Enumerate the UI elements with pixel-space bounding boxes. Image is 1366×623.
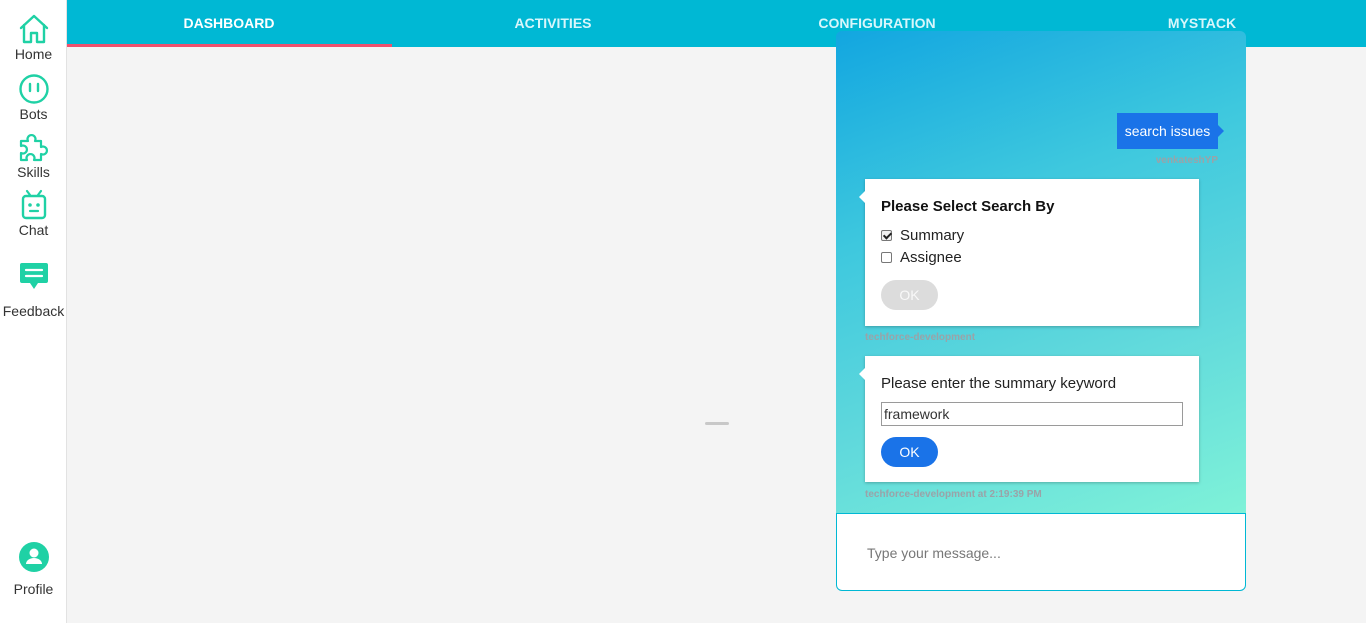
sidebar-item-label: Profile bbox=[13, 581, 54, 597]
keyword-prompt: Please enter the summary keyword bbox=[881, 375, 1117, 392]
chat-panel: search issues venkateshYP Please Select … bbox=[836, 31, 1246, 515]
tab-label: ACTIVITIES bbox=[514, 15, 592, 31]
sidebar-item-label: Feedback bbox=[2, 303, 65, 319]
summary-label: Summary bbox=[900, 227, 965, 244]
tab-label: MYSTACK bbox=[1167, 15, 1237, 31]
active-tab-indicator bbox=[67, 44, 392, 47]
bot-message-timestamp: techforce-development at 2:19:39 PM bbox=[865, 489, 1042, 500]
sidebar-item-label: Skills bbox=[17, 164, 50, 180]
sidebar-item-label: Bots bbox=[19, 106, 48, 122]
user-message-author: venkateshYP bbox=[1155, 155, 1218, 166]
tab-label: CONFIGURATION bbox=[818, 15, 936, 31]
sidebar-item-chat[interactable]: Chat bbox=[0, 189, 67, 238]
summary-option[interactable]: Summary bbox=[881, 227, 964, 244]
sidebar-item-label: Home bbox=[14, 46, 53, 62]
sidebar-item-feedback[interactable]: Feedback bbox=[0, 260, 67, 319]
puzzle-icon bbox=[0, 131, 67, 163]
home-icon bbox=[0, 13, 67, 45]
loading-indicator bbox=[705, 422, 729, 425]
assignee-checkbox[interactable] bbox=[881, 252, 892, 263]
summary-checkbox[interactable] bbox=[881, 230, 892, 241]
message-input[interactable] bbox=[865, 542, 1219, 564]
assignee-label: Assignee bbox=[900, 249, 962, 266]
sidebar-item-bots[interactable]: Bots bbox=[0, 73, 67, 122]
sidebar-item-home[interactable]: Home bbox=[0, 13, 67, 62]
robot-icon bbox=[0, 189, 67, 221]
search-by-title: Please Select Search By bbox=[881, 198, 1055, 215]
tab-label: DASHBOARD bbox=[183, 15, 275, 31]
assignee-option[interactable]: Assignee bbox=[881, 249, 962, 266]
tab-activities[interactable]: ACTIVITIES bbox=[391, 0, 715, 47]
sidebar-item-label: Chat bbox=[18, 222, 49, 238]
feedback-icon bbox=[0, 260, 67, 302]
sidebar-item-profile[interactable]: Profile bbox=[0, 541, 67, 597]
sidebar-item-skills[interactable]: Skills bbox=[0, 131, 67, 180]
keyword-ok-button[interactable]: OK bbox=[881, 437, 938, 467]
keyword-input[interactable] bbox=[881, 402, 1183, 426]
user-icon bbox=[0, 541, 67, 573]
keyword-card: Please enter the summary keyword OK bbox=[859, 356, 1199, 482]
message-composer bbox=[836, 513, 1246, 591]
user-message-text: search issues bbox=[1124, 123, 1211, 139]
user-message-bubble: search issues bbox=[1117, 113, 1224, 149]
tab-dashboard[interactable]: DASHBOARD bbox=[67, 0, 391, 47]
bots-icon bbox=[0, 73, 67, 105]
search-by-card: Please Select Search By Summary Assignee… bbox=[859, 179, 1199, 326]
bot-message-author: techforce-development bbox=[865, 332, 976, 343]
sidebar: Home Bots Skills Chat Feedback Profile bbox=[0, 0, 67, 623]
search-by-ok-button[interactable]: OK bbox=[881, 280, 938, 310]
